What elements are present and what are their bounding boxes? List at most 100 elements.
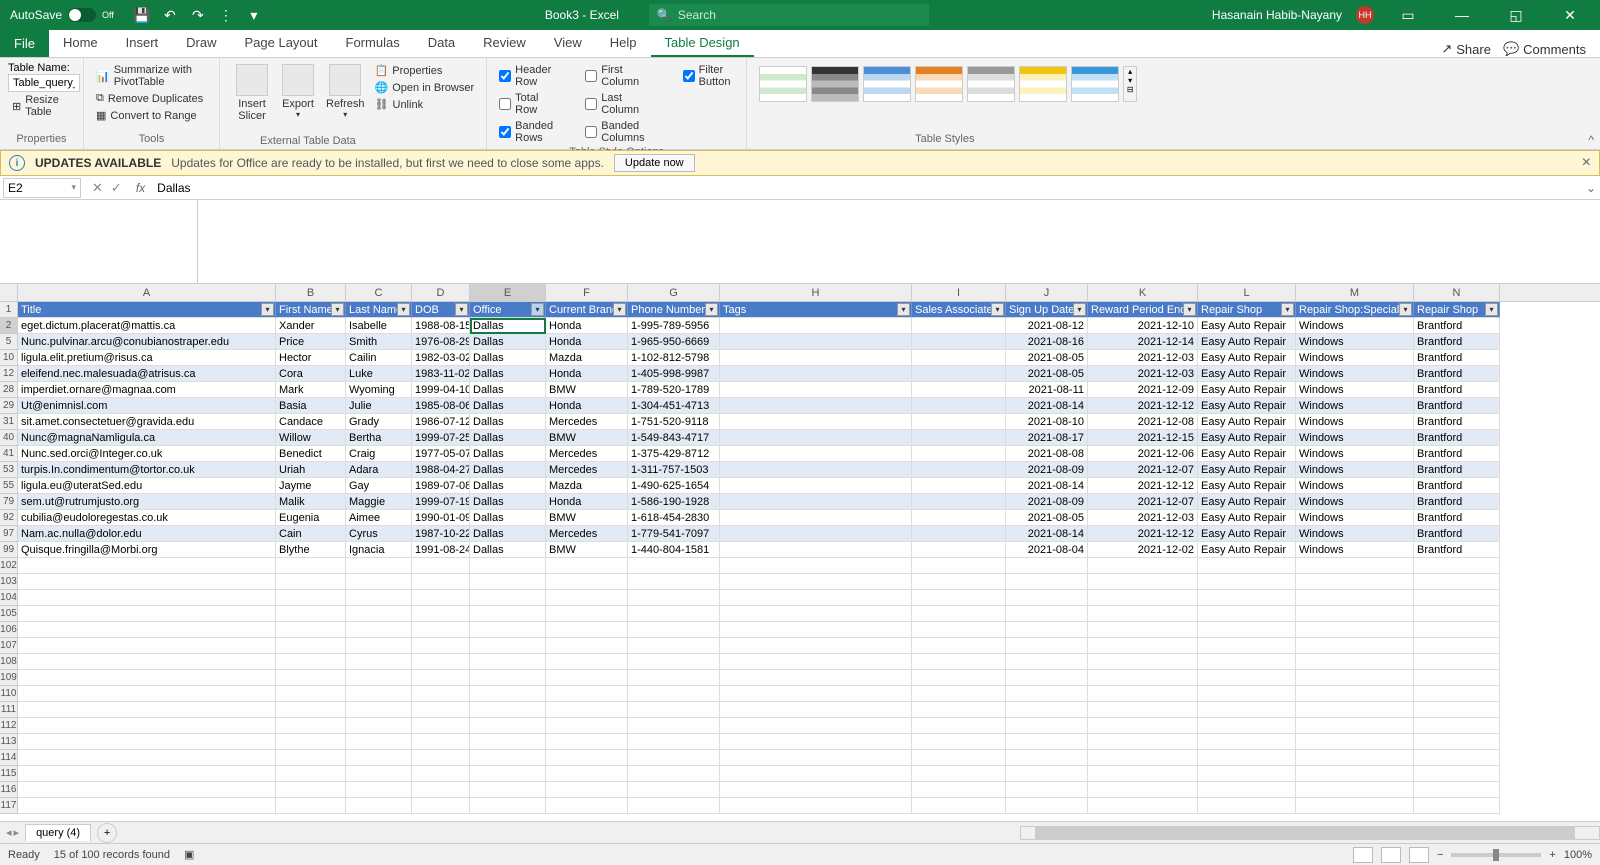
cell[interactable]	[912, 510, 1006, 526]
cell[interactable]	[546, 718, 628, 734]
cell[interactable]	[1088, 718, 1198, 734]
cell[interactable]: Brantford	[1414, 494, 1500, 510]
cell[interactable]	[628, 590, 720, 606]
row-header[interactable]: 55	[0, 478, 17, 494]
cell[interactable]: Honda	[546, 494, 628, 510]
cell[interactable]: Brantford	[1414, 414, 1500, 430]
cell[interactable]	[720, 398, 912, 414]
tab-formulas[interactable]: Formulas	[332, 30, 414, 57]
cell[interactable]	[1296, 670, 1414, 686]
cell[interactable]: Malik	[276, 494, 346, 510]
cell[interactable]	[546, 654, 628, 670]
cell[interactable]	[470, 782, 546, 798]
table-header[interactable]: Phone Number▾	[628, 302, 720, 318]
row-header[interactable]: 10	[0, 350, 17, 366]
cell[interactable]	[1006, 782, 1088, 798]
cell[interactable]	[18, 574, 276, 590]
name-box[interactable]: E2▾	[3, 178, 81, 198]
cell[interactable]: Eugenia	[276, 510, 346, 526]
table-header[interactable]: First Name▾	[276, 302, 346, 318]
cell[interactable]	[1006, 798, 1088, 814]
cell[interactable]: Gay	[346, 478, 412, 494]
cell[interactable]: Dallas	[470, 478, 546, 494]
cell[interactable]: Willow	[276, 430, 346, 446]
col-header-B[interactable]: B	[276, 284, 346, 301]
cell[interactable]: 2021-08-09	[1006, 494, 1088, 510]
cell[interactable]: Windows	[1296, 318, 1414, 334]
cell[interactable]: 1-586-190-1928	[628, 494, 720, 510]
cell[interactable]	[1296, 590, 1414, 606]
cell[interactable]: Luke	[346, 366, 412, 382]
row-header[interactable]: 102	[0, 558, 17, 574]
cell[interactable]	[628, 766, 720, 782]
cell[interactable]	[276, 638, 346, 654]
table-header[interactable]: Sales Associate▾	[912, 302, 1006, 318]
cell[interactable]: ligula.eu@uteratSed.edu	[18, 478, 276, 494]
cell[interactable]	[546, 686, 628, 702]
table-header[interactable]: Office▾	[470, 302, 546, 318]
cell[interactable]: Windows	[1296, 478, 1414, 494]
cell[interactable]: Brantford	[1414, 462, 1500, 478]
cell[interactable]: Dallas	[470, 398, 546, 414]
cell[interactable]: 2021-12-03	[1088, 366, 1198, 382]
sheet-tab-query[interactable]: query (4)	[25, 824, 91, 841]
insert-slicer-button[interactable]: Insert Slicer	[228, 62, 276, 124]
cell[interactable]	[912, 350, 1006, 366]
minimize-icon[interactable]: —	[1442, 0, 1482, 30]
cell[interactable]	[912, 542, 1006, 558]
cell[interactable]	[18, 670, 276, 686]
cell[interactable]: 2021-08-09	[1006, 462, 1088, 478]
autosave[interactable]: AutoSave Off	[0, 8, 124, 22]
cell[interactable]	[720, 318, 912, 334]
row-header[interactable]: 40	[0, 430, 17, 446]
cell[interactable]: Dallas	[470, 350, 546, 366]
cell[interactable]	[1198, 702, 1296, 718]
cell[interactable]: Windows	[1296, 414, 1414, 430]
cell[interactable]: Windows	[1296, 510, 1414, 526]
cell[interactable]: Windows	[1296, 494, 1414, 510]
cell[interactable]	[18, 782, 276, 798]
table-style-1[interactable]	[759, 66, 807, 102]
cell[interactable]: 1988-08-15	[412, 318, 470, 334]
cell[interactable]: Easy Auto Repair	[1198, 334, 1296, 350]
cell[interactable]	[546, 590, 628, 606]
cell[interactable]	[912, 366, 1006, 382]
cell[interactable]	[720, 718, 912, 734]
cell[interactable]: Easy Auto Repair	[1198, 462, 1296, 478]
col-header-I[interactable]: I	[912, 284, 1006, 301]
cell[interactable]: Easy Auto Repair	[1198, 526, 1296, 542]
cell[interactable]	[628, 686, 720, 702]
cell[interactable]	[628, 574, 720, 590]
cell[interactable]	[1414, 590, 1500, 606]
cell[interactable]	[720, 798, 912, 814]
cell[interactable]	[546, 798, 628, 814]
filter-button-check[interactable]: Filter Button	[679, 62, 739, 90]
cell[interactable]	[1198, 654, 1296, 670]
undo-icon[interactable]: ↶	[162, 7, 178, 23]
cell[interactable]	[470, 670, 546, 686]
cell[interactable]: 1976-08-29	[412, 334, 470, 350]
cell[interactable]	[628, 718, 720, 734]
cell[interactable]: Windows	[1296, 430, 1414, 446]
cell[interactable]	[18, 606, 276, 622]
cell[interactable]: 1982-03-02	[412, 350, 470, 366]
cell[interactable]	[412, 606, 470, 622]
cell[interactable]	[18, 702, 276, 718]
row-header[interactable]: 111	[0, 702, 17, 718]
filter-dropdown-icon[interactable]: ▾	[455, 303, 468, 316]
cell[interactable]	[1006, 718, 1088, 734]
cell[interactable]	[546, 750, 628, 766]
cell[interactable]	[720, 782, 912, 798]
col-header-H[interactable]: H	[720, 284, 912, 301]
cell[interactable]	[720, 670, 912, 686]
col-header-L[interactable]: L	[1198, 284, 1296, 301]
cell[interactable]: cubilia@eudoloregestas.co.uk	[18, 510, 276, 526]
cell[interactable]: Nunc.sed.orci@Integer.co.uk	[18, 446, 276, 462]
cell[interactable]	[412, 670, 470, 686]
cell[interactable]: turpis.In.condimentum@tortor.co.uk	[18, 462, 276, 478]
cell[interactable]	[1296, 750, 1414, 766]
cell[interactable]	[628, 734, 720, 750]
cell[interactable]: 1991-08-24	[412, 542, 470, 558]
cell[interactable]	[1414, 686, 1500, 702]
cell[interactable]	[1088, 686, 1198, 702]
